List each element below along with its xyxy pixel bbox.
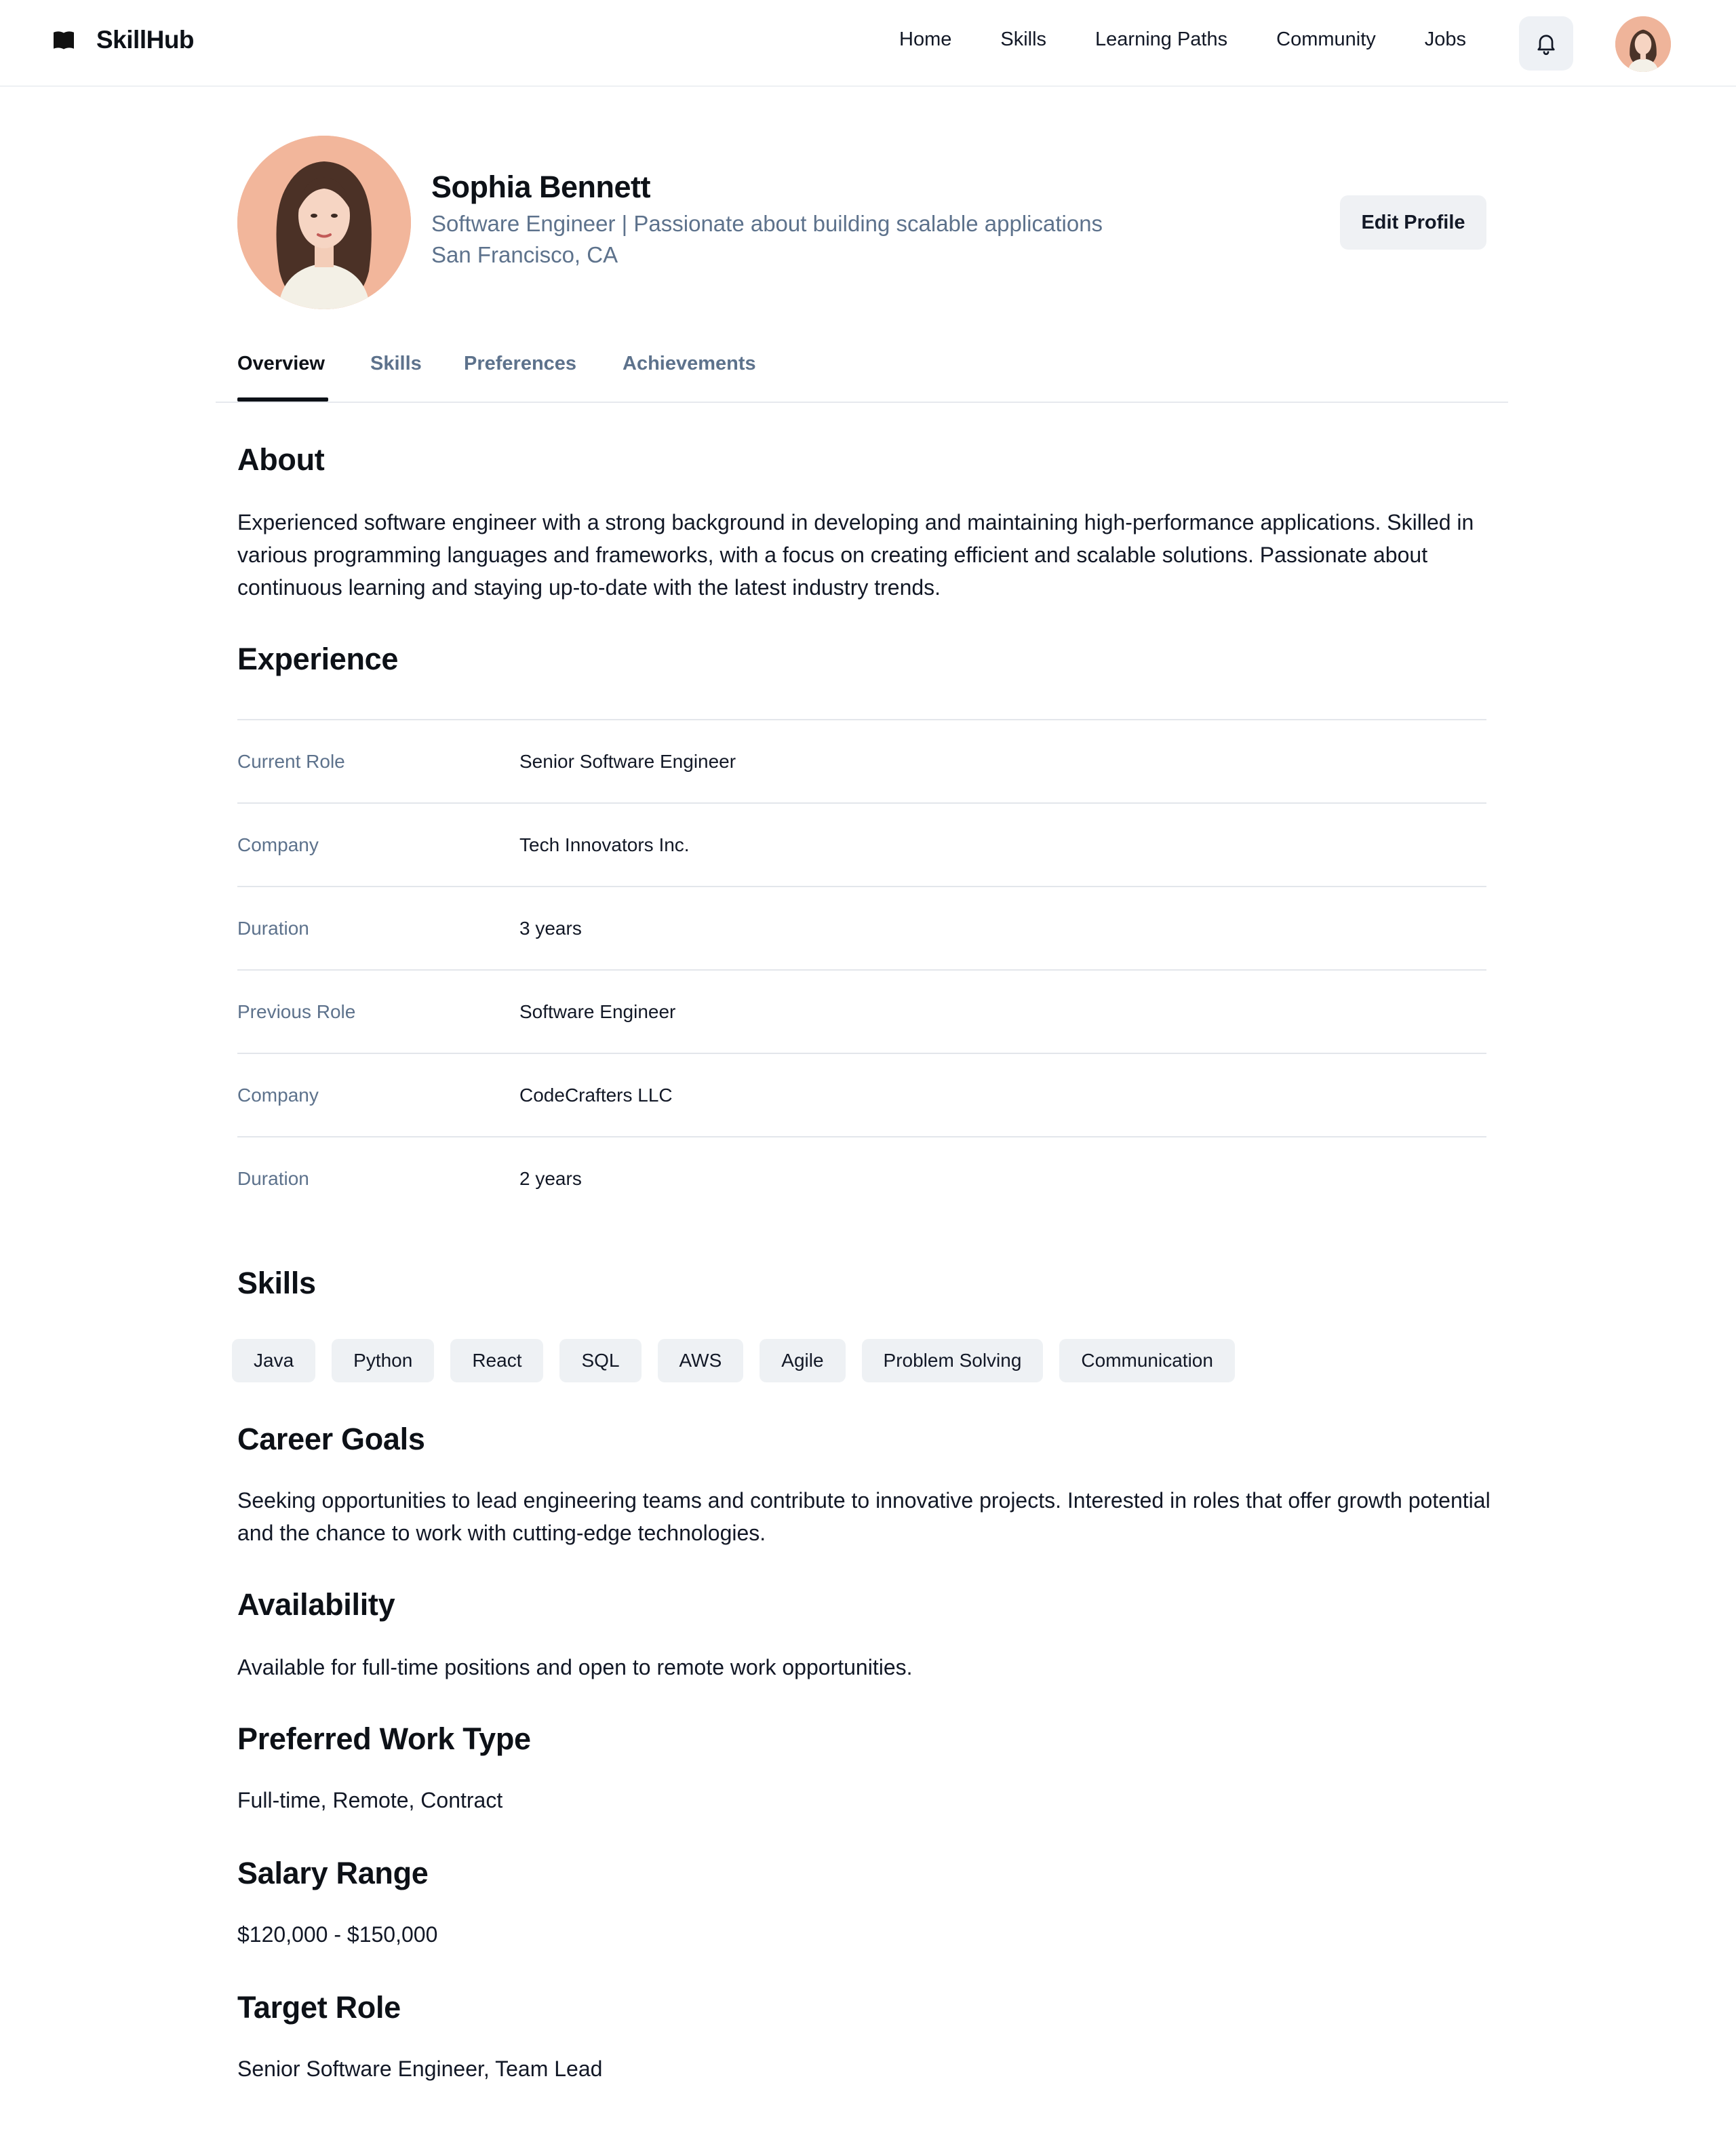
experience-row: Current Role Senior Software Engineer — [237, 719, 1486, 802]
tab-overview[interactable]: Overview — [237, 353, 325, 375]
experience-value: CodeCrafters LLC — [519, 1084, 673, 1106]
main-nav: Home Skills Learning Paths Community Job… — [899, 28, 1466, 51]
profile-portrait — [237, 136, 411, 309]
notifications-button[interactable] — [1519, 16, 1573, 71]
profile-location: San Francisco, CA — [431, 242, 618, 267]
experience-row: Duration 3 years — [237, 886, 1486, 969]
experience-value: 3 years — [519, 917, 582, 939]
brand[interactable]: SkillHub — [52, 26, 195, 54]
skill-chip[interactable]: React — [450, 1339, 544, 1382]
skill-chip[interactable]: Communication — [1059, 1339, 1235, 1382]
tab-preferences[interactable]: Preferences — [464, 353, 576, 375]
experience-label: Duration — [237, 917, 309, 939]
skill-chip[interactable]: AWS — [657, 1339, 744, 1382]
experience-label: Current Role — [237, 750, 345, 772]
nav-learning-paths[interactable]: Learning Paths — [1095, 28, 1227, 51]
target-role-text: Senior Software Engineer, Team Lead — [237, 2057, 603, 2081]
nav-community[interactable]: Community — [1276, 28, 1376, 51]
experience-label: Company — [237, 834, 319, 855]
experience-value: Software Engineer — [519, 1000, 676, 1022]
experience-value: 2 years — [519, 1167, 582, 1189]
bell-icon — [1537, 35, 1555, 56]
experience-table: Current Role Senior Software Engineer Co… — [237, 719, 1486, 1220]
experience-label: Previous Role — [237, 1000, 356, 1022]
book-icon — [54, 31, 74, 50]
skill-chip[interactable]: SQL — [559, 1339, 642, 1382]
career-goals-title: Career Goals — [237, 1422, 425, 1456]
experience-row: Duration 2 years — [237, 1136, 1486, 1220]
availability-text: Available for full-time positions and op… — [237, 1655, 913, 1679]
experience-value: Tech Innovators Inc. — [519, 834, 690, 855]
tab-skills[interactable]: Skills — [370, 353, 422, 375]
tab-achievements[interactable]: Achievements — [623, 353, 756, 375]
nav-skills[interactable]: Skills — [1000, 28, 1046, 51]
skills-title: Skills — [237, 1266, 316, 1300]
skill-chip[interactable]: Problem Solving — [861, 1339, 1044, 1382]
preferred-work-type-text: Full-time, Remote, Contract — [237, 1788, 503, 1812]
salary-range-title: Salary Range — [237, 1856, 429, 1890]
experience-value: Senior Software Engineer — [519, 750, 736, 772]
skill-chip[interactable]: Agile — [760, 1339, 846, 1382]
avatar-portrait — [1615, 16, 1671, 72]
brand-name: SkillHub — [96, 26, 195, 54]
experience-title: Experience — [237, 642, 399, 676]
skills-chips: Java Python React SQL AWS Agile Problem … — [232, 1339, 1251, 1382]
profile-name: Sophia Bennett — [431, 170, 651, 204]
profile-headline: Software Engineer | Passionate about bui… — [431, 211, 1103, 236]
user-avatar[interactable] — [1615, 16, 1671, 72]
skill-chip[interactable]: Java — [232, 1339, 316, 1382]
preferred-work-type-title: Preferred Work Type — [237, 1721, 531, 1756]
experience-label: Company — [237, 1084, 319, 1106]
about-title: About — [237, 442, 325, 477]
experience-row: Previous Role Software Engineer — [237, 969, 1486, 1053]
skill-chip[interactable]: Python — [332, 1339, 435, 1382]
target-role-title: Target Role — [237, 1990, 401, 2025]
profile-info: Sophia Bennett Software Engineer | Passi… — [431, 168, 1103, 271]
tabs-divider — [216, 402, 1508, 403]
experience-row: Company CodeCrafters LLC — [237, 1053, 1486, 1136]
experience-label: Duration — [237, 1167, 309, 1189]
availability-title: Availability — [237, 1587, 395, 1622]
profile-avatar — [237, 136, 411, 309]
nav-jobs[interactable]: Jobs — [1425, 28, 1466, 51]
experience-row: Company Tech Innovators Inc. — [237, 802, 1486, 886]
nav-home[interactable]: Home — [899, 28, 951, 51]
edit-profile-button[interactable]: Edit Profile — [1340, 195, 1486, 250]
about-text: Experienced software engineer with a str… — [237, 510, 1474, 600]
top-navbar: SkillHub Home Skills Learning Paths Comm… — [0, 0, 1736, 87]
career-goals-text: Seeking opportunities to lead engineerin… — [237, 1488, 1491, 1545]
salary-range-text: $120,000 - $150,000 — [237, 1922, 438, 1947]
